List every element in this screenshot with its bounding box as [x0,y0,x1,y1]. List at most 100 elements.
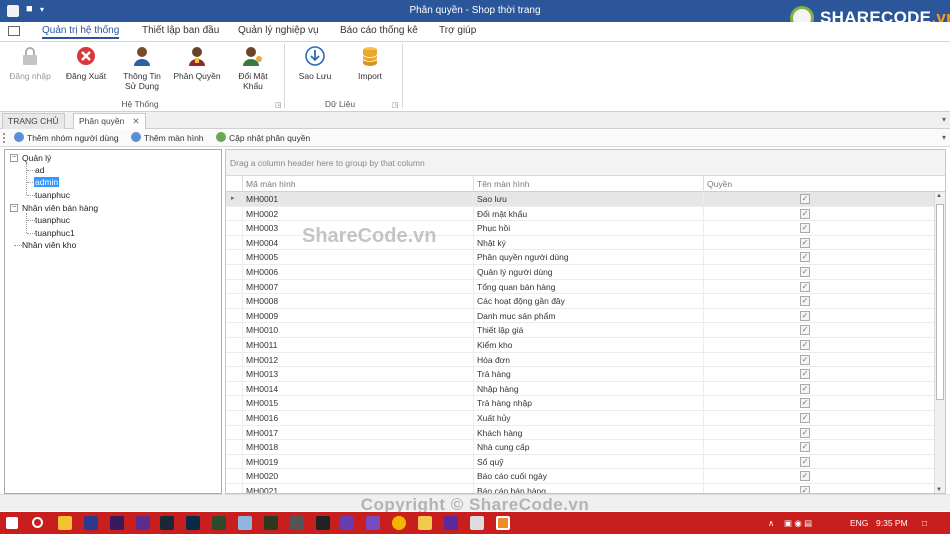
dark-app-icon[interactable] [316,516,330,530]
import-button[interactable]: Import [350,45,390,81]
cell-ten-man-hinh[interactable]: Sổ quỹ [473,454,703,470]
tab-tro-giup[interactable]: Trợ giúp [439,25,476,36]
cell-ma-man-hinh[interactable]: MH0020 [242,469,473,484]
cell-ma-man-hinh[interactable]: MH0005 [242,250,473,265]
toolbar-overflow-icon[interactable]: ▾ [942,133,946,142]
table-row[interactable]: MH0007 Tổng quan bán hàng ✓ [226,279,936,295]
cell-ten-man-hinh[interactable]: Hóa đơn [473,352,703,368]
group-launcher-icon[interactable]: ◳ [275,101,282,109]
cell-ten-man-hinh[interactable]: Danh mục sản phẩm [473,308,703,324]
running-app-icon[interactable] [470,516,484,530]
permission-checkbox[interactable]: ✓ [800,354,810,365]
cell-ten-man-hinh[interactable]: Phục hồi [473,221,703,236]
table-row[interactable]: MH0019 Sổ quỹ ✓ [226,454,936,470]
table-row[interactable]: MH0012 Hóa đơn ✓ [226,352,936,368]
table-row[interactable]: MH0020 Báo cáo cuối ngày ✓ [226,469,936,484]
login-button[interactable]: Đăng nhập [6,45,54,81]
tree-user-tuanphuc[interactable]: tuanphuc [35,215,70,225]
cell-ma-man-hinh[interactable]: MH0009 [242,308,473,324]
permission-checkbox[interactable]: ✓ [800,471,810,482]
tabs-menu-icon[interactable]: ▾ [942,115,946,124]
tree-user-admin[interactable]: admin [34,177,60,187]
table-row[interactable]: MH0015 Trả hàng nhập ✓ [226,396,936,411]
cell-ten-man-hinh[interactable]: Nhà cung cấp [473,440,703,455]
cell-ten-man-hinh[interactable]: Phân quyền người dùng [473,250,703,265]
cell-ma-man-hinh[interactable]: MH0019 [242,454,473,470]
cell-ma-man-hinh[interactable]: MH0010 [242,323,473,338]
file-explorer-icon[interactable] [418,516,432,530]
group-launcher-icon[interactable]: ◳ [392,101,399,109]
permission-checkbox[interactable]: ✓ [800,223,810,234]
permission-checkbox[interactable]: ✓ [800,456,810,467]
cell-ten-man-hinh[interactable]: Quản lý người dùng [473,264,703,280]
cell-ten-man-hinh[interactable]: Khách hàng [473,425,703,441]
photoshop-icon[interactable] [186,516,200,530]
tab-bao-cao[interactable]: Báo cáo thống kê [340,25,418,36]
cell-ten-man-hinh[interactable]: Trả hàng [473,367,703,382]
cell-ma-man-hinh[interactable]: MH0013 [242,367,473,382]
cell-ten-man-hinh[interactable]: Tổng quan bán hàng [473,279,703,295]
cell-ma-man-hinh[interactable]: MH0014 [242,381,473,397]
table-row[interactable]: MH0014 Nhập hàng ✓ [226,381,936,397]
language-indicator[interactable]: ENG [850,518,868,528]
dreamweaver-icon[interactable] [264,516,278,530]
visual-studio-icon-3[interactable] [366,516,380,530]
tab-phan-quyen[interactable]: Phân quyền ✕ [73,113,146,129]
table-row[interactable]: MH0011 Kiểm kho ✓ [226,337,936,353]
cell-ma-man-hinh[interactable]: MH0002 [242,206,473,222]
permission-checkbox[interactable]: ✓ [800,266,810,277]
cell-ten-man-hinh[interactable]: Xuất hủy [473,410,703,426]
cell-ten-man-hinh[interactable]: Trả hàng nhập [473,396,703,411]
visual-studio-icon-2[interactable] [340,516,354,530]
tree-group-nhan-vien-ban-hang[interactable]: Nhân viên bán hàng [22,203,98,213]
green-app-icon[interactable] [212,516,226,530]
visual-studio-icon[interactable] [136,516,150,530]
backup-button[interactable]: Sao Lưu [292,45,338,81]
cell-ma-man-hinh[interactable]: MH0011 [242,337,473,353]
cell-ten-man-hinh[interactable]: Thiết lập giá [473,323,703,338]
app-menu-icon[interactable] [8,26,20,36]
cell-ten-man-hinh[interactable]: Báo cáo bán hàng [473,483,703,493]
tree-user-tuanphuc1[interactable]: tuanphuc1 [35,228,75,238]
tray-chevron-icon[interactable]: ∧ [768,518,774,529]
collapse-icon[interactable]: − [10,204,18,212]
table-row[interactable]: MH0005 Phân quyền người dùng ✓ [226,250,936,265]
table-row[interactable]: MH0017 Khách hàng ✓ [226,425,936,441]
notification-icon[interactable]: □ [922,518,927,528]
permission-checkbox[interactable]: ✓ [800,208,810,219]
star-app-icon[interactable] [58,516,72,530]
tree-group-quan-ly[interactable]: Quản lý [22,153,51,163]
user-info-button[interactable]: Thông Tin Sử Dụng [118,45,166,91]
chrome-icon[interactable] [392,516,406,530]
permissions-button[interactable]: Phân Quyền [172,45,222,81]
tree-group-nhan-vien-kho[interactable]: Nhân viên kho [22,240,76,250]
permission-checkbox[interactable]: ✓ [800,194,810,204]
permission-checkbox[interactable]: ✓ [800,485,810,493]
collapse-icon[interactable]: − [10,154,18,162]
table-row[interactable]: MH0018 Nhà cung cấp ✓ [226,440,936,455]
permission-checkbox[interactable]: ✓ [800,252,810,263]
cell-ma-man-hinh[interactable]: MH0016 [242,410,473,426]
table-row[interactable]: MH0002 Đổi mật khẩu ✓ [226,206,936,222]
active-app-icon[interactable] [496,516,510,530]
table-row[interactable]: MH0009 Danh mục sản phẩm ✓ [226,308,936,324]
cell-ma-man-hinh[interactable]: MH0015 [242,396,473,411]
toolbar-grip[interactable] [3,133,5,143]
cell-ten-man-hinh[interactable]: Nhật ký [473,235,703,251]
permission-checkbox[interactable]: ✓ [800,427,810,438]
scroll-up-icon[interactable]: ▲ [936,193,942,199]
table-row[interactable]: MH0006 Quản lý người dùng ✓ [226,264,936,280]
tree-user-tuanphuc[interactable]: tuanphuc [35,190,70,200]
group-panel[interactable]: Drag a column header here to group by th… [226,150,945,176]
search-icon[interactable] [32,517,43,528]
cell-ten-man-hinh[interactable]: Báo cáo cuối ngày [473,469,703,484]
cell-ten-man-hinh[interactable]: Nhập hàng [473,381,703,397]
visual-studio-icon-4[interactable] [444,516,458,530]
cell-ma-man-hinh[interactable]: MH0008 [242,294,473,309]
close-tab-icon[interactable]: ✕ [132,116,139,126]
cell-ma-man-hinh[interactable]: MH0018 [242,440,473,455]
windows-start-icon[interactable] [6,517,18,529]
cell-ma-man-hinh[interactable]: MH0006 [242,264,473,280]
table-row[interactable]: ▸ MH0001 Sao lưu ✓ [226,192,936,207]
grid-scrollbar[interactable]: ▲ ▼ [934,192,945,493]
